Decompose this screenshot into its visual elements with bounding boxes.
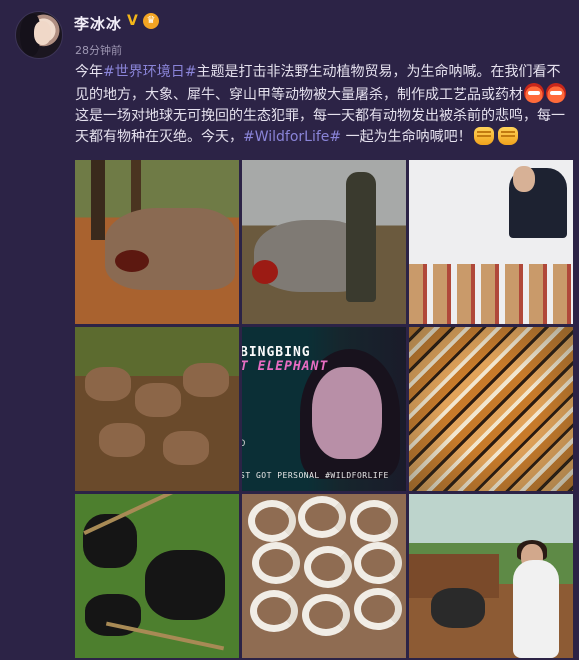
horn-row — [409, 302, 573, 324]
officer-head — [513, 166, 535, 192]
image-grid: BINGBING T ELEPHANT D ST GOT PERSONAL #W… — [75, 160, 575, 660]
stick — [105, 621, 225, 651]
member-crown-icon: ♛ — [143, 13, 159, 29]
photo-gorillas[interactable] — [75, 494, 239, 658]
avatar-face — [34, 21, 51, 45]
shell — [163, 431, 209, 465]
pangolin — [252, 542, 300, 584]
shell — [135, 383, 181, 417]
dead-animal — [431, 588, 485, 628]
fist-emoji — [497, 127, 518, 145]
pangolin — [304, 546, 352, 588]
pangolin — [302, 594, 350, 636]
tree — [91, 160, 105, 240]
pangolin — [250, 590, 298, 632]
photo-campaign-poster[interactable]: BINGBING T ELEPHANT D ST GOT PERSONAL #W… — [242, 327, 406, 491]
photo-rhino-ranger[interactable] — [242, 160, 406, 324]
verified-badge-icon: V — [127, 13, 138, 29]
pangolin — [354, 588, 402, 630]
wound — [115, 250, 149, 272]
post-time[interactable]: 28分钟前 — [75, 42, 122, 58]
pangolin — [298, 496, 346, 538]
photo-dead-elephant[interactable] — [75, 160, 239, 324]
post-text: 今年#世界环境日#主题是打击非法野生动植物贸易，为生命呐喊。在我们看不见的地方，… — [75, 62, 569, 148]
weibo-post: 李冰冰 V ♛ 28分钟前 今年#世界环境日#主题是打击非法野生动植物贸易，为生… — [0, 0, 579, 660]
horn-row — [409, 264, 573, 286]
ranger — [346, 172, 376, 302]
hashtag-link[interactable]: #世界环境日# — [103, 64, 196, 80]
photo-seized-horns[interactable] — [409, 160, 573, 324]
poster-footer: ST GOT PERSONAL #WILDFORLIFE — [242, 471, 389, 480]
post-text-run: 今年 — [75, 64, 103, 80]
elephant-carcass — [105, 208, 235, 290]
poster-side-text: D — [242, 439, 246, 449]
shell — [85, 367, 131, 401]
angry-emoji — [546, 83, 566, 103]
shell — [183, 363, 229, 397]
post-text-run: 一起为生命呐喊吧！ — [341, 129, 472, 145]
hashtag-link[interactable]: #WildforLife# — [243, 129, 341, 145]
person — [513, 560, 559, 658]
shell — [99, 423, 145, 457]
poster-title-line1: BINGBING — [242, 345, 311, 360]
photo-tiger-skins[interactable] — [409, 327, 573, 491]
pangolin — [248, 500, 296, 542]
gorilla — [145, 550, 225, 620]
photo-ambassador[interactable] — [409, 494, 573, 658]
avatar[interactable] — [15, 11, 63, 59]
pangolin — [354, 542, 402, 584]
overlay — [409, 327, 573, 491]
pangolin — [350, 500, 398, 542]
poster-title-line2: T ELEPHANT — [242, 359, 329, 374]
fist-emoji — [473, 127, 494, 145]
angry-emoji — [524, 83, 544, 103]
blood — [252, 260, 278, 284]
photo-pangolins[interactable] — [242, 494, 406, 658]
user-name[interactable]: 李冰冰 — [74, 13, 122, 34]
poster-face — [312, 367, 382, 459]
photo-turtle-shells[interactable] — [75, 327, 239, 491]
